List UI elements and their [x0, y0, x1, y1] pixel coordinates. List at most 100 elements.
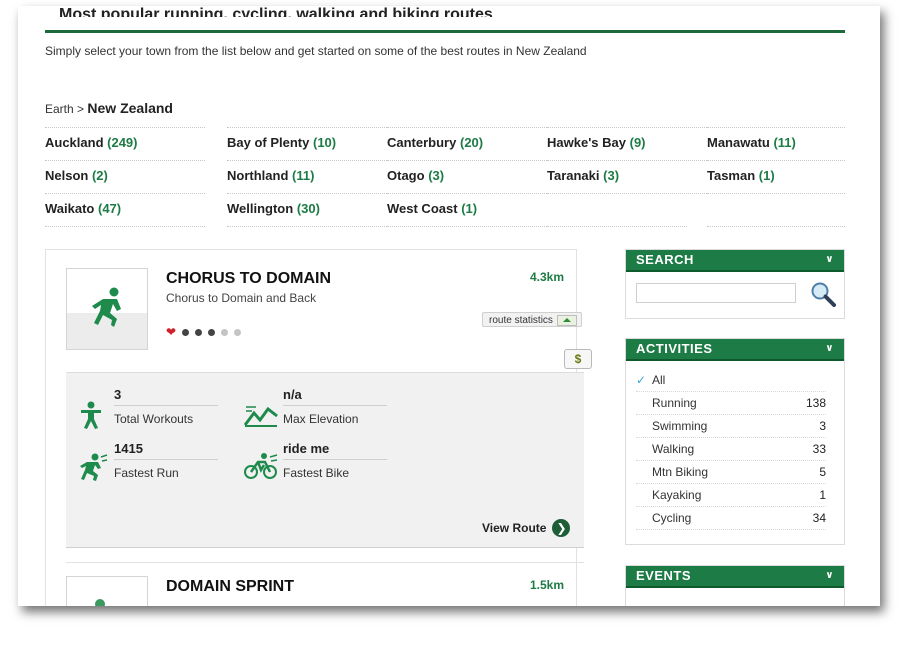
activity-running[interactable]: Running 138: [636, 392, 826, 415]
rating-dot[interactable]: [182, 328, 190, 336]
region-name: Auckland: [45, 135, 104, 150]
stat-value: 1415: [114, 441, 218, 460]
activity-kayaking[interactable]: Kayaking 1: [636, 484, 826, 507]
activity-cycling[interactable]: Cycling 34: [636, 507, 826, 530]
route-statistics-label: route statistics: [489, 315, 553, 326]
title-rule: [45, 30, 845, 33]
runner-icon: [95, 599, 105, 606]
route-divider: [66, 562, 584, 563]
route-rating[interactable]: ❤: [166, 326, 242, 338]
chevron-down-icon[interactable]: ∨: [825, 339, 834, 359]
check-icon: ✓: [636, 373, 647, 387]
route-subtitle: Chorus to Domain and Back: [166, 291, 317, 305]
rating-dot[interactable]: [208, 328, 216, 336]
region-count: (20): [459, 135, 484, 150]
region-name: Taranaki: [547, 168, 600, 183]
activities-heading-label: ACTIVITIES: [636, 341, 713, 356]
route-title[interactable]: DOMAIN SPRINT: [166, 578, 294, 596]
region-waikato[interactable]: Waikato (47): [45, 193, 205, 226]
region-count: (1): [758, 168, 775, 183]
region-count: (11): [292, 168, 315, 183]
route-thumbnail[interactable]: [66, 576, 148, 606]
chevron-down-icon[interactable]: ∨: [825, 250, 834, 270]
search-input[interactable]: [636, 283, 796, 303]
activity-count: 33: [812, 442, 826, 456]
region-count: (30): [296, 201, 320, 216]
page-frame: Most popular running, cycling, walking a…: [18, 6, 880, 606]
region-tasman[interactable]: Tasman (1): [707, 160, 845, 193]
stat-label: Max Elevation: [283, 412, 359, 426]
magnifier-icon[interactable]: [810, 281, 836, 307]
divider: [45, 226, 205, 227]
route-title[interactable]: CHORUS TO DOMAIN: [166, 270, 331, 288]
divider: [227, 226, 387, 227]
region-count: (47): [97, 201, 122, 216]
breadcrumb: Earth > New Zealand: [45, 100, 173, 116]
breadcrumb-root[interactable]: Earth: [45, 102, 74, 116]
route-thumbnail[interactable]: [66, 268, 148, 350]
activity-label: Mtn Biking: [652, 465, 709, 479]
activity-label: Kayaking: [652, 488, 702, 502]
rating-dot[interactable]: [221, 328, 229, 336]
events-heading[interactable]: EVENTS ∨: [626, 566, 844, 588]
stat-fastest-run: 1415 Fastest Run: [114, 441, 264, 480]
region-otago[interactable]: Otago (3): [387, 160, 547, 193]
stat-label: Total Workouts: [114, 412, 194, 426]
region-canterbury[interactable]: Canterbury (20): [387, 127, 547, 160]
search-heading[interactable]: SEARCH ∨: [626, 250, 844, 272]
breadcrumb-current: New Zealand: [87, 100, 173, 116]
breadcrumb-separator: >: [77, 102, 85, 116]
stat-label: Fastest Run: [114, 466, 179, 480]
region-empty-slot: [707, 193, 845, 226]
chevron-down-icon[interactable]: ∨: [825, 566, 834, 586]
region-name: Nelson: [45, 168, 89, 183]
heart-icon[interactable]: ❤: [166, 326, 176, 338]
intro-text: Simply select your town from the list be…: [45, 44, 587, 58]
stat-value: n/a: [283, 387, 387, 406]
activity-label: Running: [652, 396, 697, 410]
region-auckland[interactable]: Auckland (249): [45, 127, 205, 160]
route-statistics-button[interactable]: route statistics: [482, 312, 582, 327]
activity-swimming[interactable]: Swimming 3: [636, 415, 826, 438]
region-name: Otago: [387, 168, 425, 183]
activity-count: 1: [819, 488, 826, 502]
region-northland[interactable]: Northland (11): [227, 160, 387, 193]
activity-all[interactable]: ✓ All: [636, 369, 826, 392]
region-name: Bay of Plenty: [227, 135, 310, 150]
stat-label: Fastest Bike: [283, 466, 350, 480]
divider: [387, 226, 547, 227]
activity-walking[interactable]: Walking 33: [636, 438, 826, 461]
activity-label: All: [652, 373, 666, 387]
stat-value: ride me: [283, 441, 387, 460]
stat-total-workouts: 3 Total Workouts: [114, 387, 264, 426]
events-heading-label: EVENTS: [636, 568, 692, 583]
region-name: Manawatu: [707, 135, 770, 150]
cyclist-icon: [244, 453, 278, 479]
region-bay-of-plenty[interactable]: Bay of Plenty (10): [227, 127, 387, 160]
region-count: (3): [428, 168, 445, 183]
rating-dot[interactable]: [195, 328, 203, 336]
dollar-icon[interactable]: $: [564, 349, 592, 369]
fast-runner-icon: [80, 453, 108, 481]
region-wellington[interactable]: Wellington (30): [227, 193, 387, 226]
view-route-label: View Route: [482, 521, 547, 535]
activity-mtn-biking[interactable]: Mtn Biking 5: [636, 461, 826, 484]
region-hawkes-bay[interactable]: Hawke's Bay (9): [547, 127, 707, 160]
chevron-up-icon: [557, 315, 577, 326]
region-west-coast[interactable]: West Coast (1): [387, 193, 547, 226]
region-nelson[interactable]: Nelson (2): [45, 160, 205, 193]
activity-label: Swimming: [652, 419, 708, 433]
region-count: (3): [603, 168, 620, 183]
arrow-right-icon: ❯: [552, 519, 571, 537]
activities-heading[interactable]: ACTIVITIES ∨: [626, 339, 844, 361]
activity-list: ✓ All Running 138 Swimming 3 Walking 33: [626, 361, 844, 538]
region-manawatu[interactable]: Manawatu (11): [707, 127, 845, 160]
rating-dot[interactable]: [234, 328, 242, 336]
activity-count: 3: [819, 419, 826, 433]
divider: [547, 226, 687, 227]
view-route-link[interactable]: View Route ❯: [482, 519, 571, 537]
stat-value: 3: [114, 387, 218, 406]
region-count: (1): [461, 201, 478, 216]
page-title: Most popular running, cycling, walking a…: [59, 6, 493, 17]
region-taranaki[interactable]: Taranaki (3): [547, 160, 707, 193]
